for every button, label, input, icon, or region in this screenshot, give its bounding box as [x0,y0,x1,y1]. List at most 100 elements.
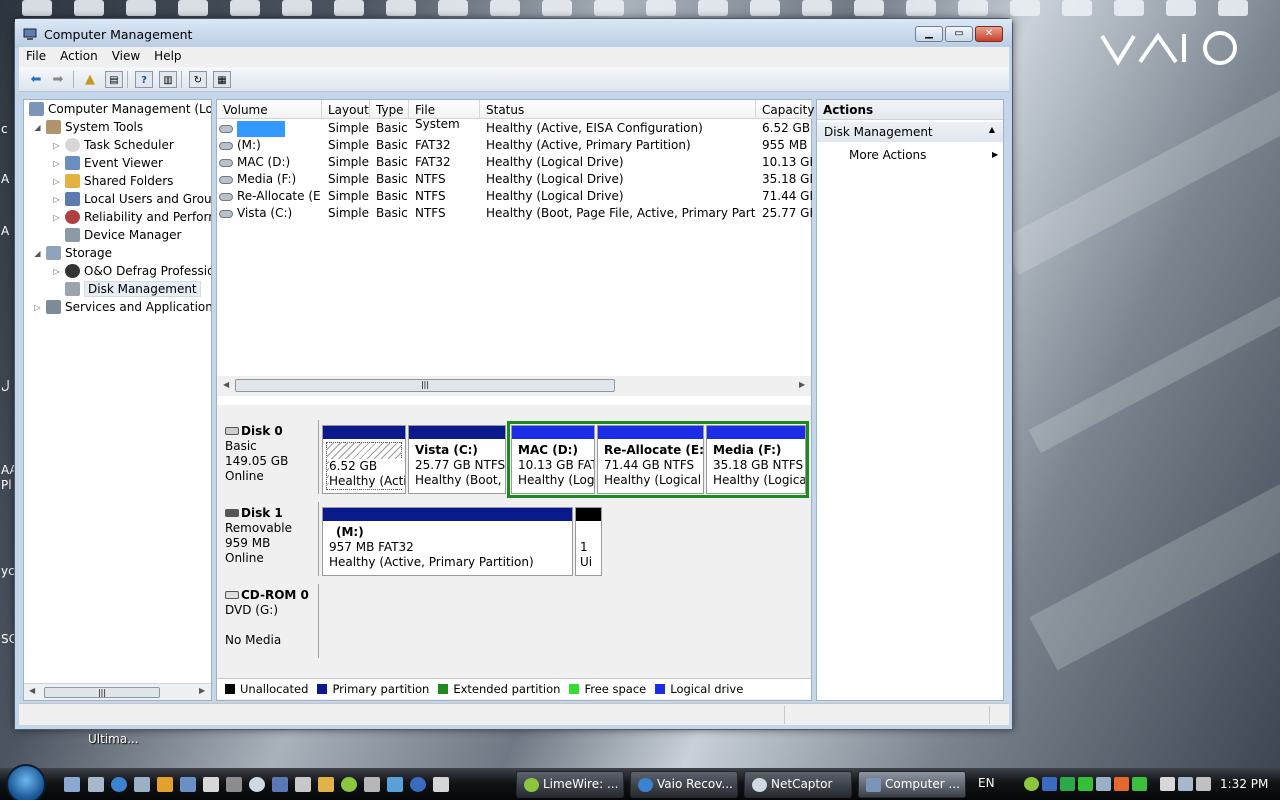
column-header-type[interactable]: Type [370,100,409,119]
volume-row[interactable]: Vista (C:) Simple Basic NTFS Healthy (Boot, … [217,205,812,222]
tray-icon[interactable] [1060,777,1075,791]
disk-1-label[interactable]: Disk 1 Removable 959 MB Online [219,502,319,576]
quick-launch-icon[interactable] [410,777,426,792]
expand-icon[interactable]: ▷ [51,267,62,276]
column-header-status[interactable]: Status [480,100,756,119]
scroll-left-icon[interactable]: ◀ [29,686,35,695]
switch-windows-icon[interactable] [88,777,104,792]
taskbar-button-netcaptor[interactable]: NetCaptor [744,771,852,798]
recycle-bin-icon[interactable] [134,777,150,792]
tree-item-reliability[interactable]: ▷Reliability and Performance [51,208,211,226]
start-button[interactable] [6,764,46,800]
scroll-thumb[interactable]: ||| [235,379,615,392]
tree-item-services[interactable]: ▷ Services and Applications [32,298,211,316]
scroll-right-icon[interactable]: ▶ [799,380,805,389]
tray-icon[interactable] [1042,777,1057,791]
cdrom-0-label[interactable]: CD-ROM 0 DVD (G:) No Media [219,584,319,658]
volume-row[interactable]: MAC (D:) Simple Basic FAT32 Healthy (Logical… [217,154,812,171]
desktop-icon-row[interactable] [0,0,1280,18]
taskbar-button-limewire[interactable]: LimeWire: ... [516,771,624,798]
tree-horizontal-scrollbar[interactable]: ◀ ||| ▶ [24,683,211,700]
actions-section-disk-management[interactable]: Disk Management ▲ [817,122,1003,142]
taskbar-button-vaio-recovery[interactable]: Vaio Recov... [630,771,738,798]
partition-unallocated-disk1[interactable]: 1 Ui [575,507,602,576]
internet-explorer-icon[interactable] [111,777,127,792]
quick-launch-icon[interactable] [180,777,196,792]
tray-icon[interactable] [1078,777,1093,791]
column-header-file-system[interactable]: File System [409,100,480,131]
show-hide-action-pane-icon[interactable]: ▥ [159,71,177,88]
quick-launch-icon[interactable] [433,777,449,792]
show-hide-tree-icon[interactable]: ▤ [105,71,123,88]
quick-launch-icon[interactable] [203,777,219,792]
back-arrow-icon[interactable]: ⬅ [27,71,45,88]
tree-item-device-manager[interactable]: Device Manager [51,226,181,244]
menu-view[interactable]: View [105,47,147,67]
expand-icon[interactable]: ▷ [51,213,62,222]
volume-row[interactable]: Simple Basic Healthy (Active, EISA Configu… [217,120,811,137]
tree-item-defrag[interactable]: ▷O&O Defrag Professional [51,262,211,280]
show-desktop-icon[interactable] [64,777,80,792]
network-icon[interactable] [1178,777,1193,791]
partition-mac-d[interactable]: MAC (D:)10.13 GB FAT32Healthy (Logical D… [511,425,595,494]
expand-icon[interactable]: ▷ [51,177,62,186]
collapse-icon[interactable]: ◢ [32,123,43,132]
quick-launch-icon[interactable] [272,777,288,792]
media-player-icon[interactable] [157,777,173,792]
tree-item-storage[interactable]: ◢ Storage [32,244,112,262]
tree-item-shared-folders[interactable]: ▷ Shared Folders [51,172,173,190]
tray-icon[interactable] [1114,777,1129,791]
collapse-icon[interactable]: ◢ [32,249,43,258]
volume-list-scrollbar[interactable]: ◀ ||| ▶ [217,376,811,396]
disk-0-label[interactable]: Disk 0 Basic 149.05 GB Online [219,420,319,494]
scroll-left-icon[interactable]: ◀ [223,380,229,389]
taskbar-button-computer-management[interactable]: Computer ... [858,771,966,798]
tray-icon[interactable] [1096,777,1111,791]
column-header-volume[interactable]: Volume [217,100,322,119]
safely-remove-hardware-icon[interactable] [1160,777,1175,791]
quick-launch-icon[interactable] [387,777,403,792]
quick-launch-icon[interactable] [341,777,357,792]
tree-item-event-viewer[interactable]: ▷ Event Viewer [51,154,163,172]
properties-icon[interactable]: ▦ [213,71,231,88]
column-header-layout[interactable]: Layout [322,100,370,119]
expand-icon[interactable]: ▷ [51,159,62,168]
collapse-up-icon[interactable]: ▲ [989,125,995,134]
help-icon[interactable]: ? [135,71,153,88]
tree-item-disk-management[interactable]: Disk Management [51,280,201,298]
partition-media-f[interactable]: Media (F:) 35.18 GB NTFS Healthy (Logical … [706,425,806,494]
maximize-button[interactable]: ▭ [945,26,973,42]
tray-icon[interactable] [1024,777,1039,791]
scroll-right-icon[interactable]: ▶ [199,686,205,695]
quick-launch-icon[interactable] [249,777,265,792]
tray-icon[interactable] [1132,777,1147,791]
system-clock[interactable]: 1:32 PM [1220,777,1268,791]
volume-row[interactable]: Re-Allocate (E:) Simple Basic NTFS Healthy (… [217,188,812,205]
scroll-thumb[interactable]: ||| [44,687,160,698]
expand-icon[interactable]: ▷ [51,141,62,150]
minimize-button[interactable]: ▁ [915,26,943,42]
close-button[interactable]: ✕ [975,26,1003,42]
forward-arrow-icon[interactable]: ➡ [49,71,67,88]
quick-launch-icon[interactable] [295,777,311,792]
partition-eisa[interactable]: 6.52 GBHealthy (Active, EISA Configurati… [322,425,406,494]
quick-launch-icon[interactable] [226,777,242,792]
tree-item-local-users[interactable]: ▷ Local Users and Groups [51,190,211,208]
language-indicator[interactable]: EN [978,776,995,790]
partition-m[interactable]: (M:) 957 MB FAT32 Healthy (Active, Primary… [322,507,573,576]
column-header-capacity[interactable]: Capacity [756,100,814,119]
quick-launch-icon[interactable] [318,777,334,792]
up-folder-icon[interactable]: ▲ [81,71,99,88]
desktop-icon-label[interactable]: Ultima... [88,732,139,746]
more-actions-link[interactable]: More Actions [849,148,926,162]
volume-row[interactable]: (M:) Simple Basic FAT32 Healthy (Active, Pri… [217,137,811,154]
expand-icon[interactable]: ▷ [32,303,43,312]
partition-vista-c[interactable]: Vista (C:)25.77 GB NTFSHealthy (Boot, Pa… [408,425,506,494]
refresh-icon[interactable]: ↻ [189,71,207,88]
tree-item-task-scheduler[interactable]: ▷ Task Scheduler [51,136,174,154]
tree-item-system-tools[interactable]: ◢ System Tools [32,118,143,136]
expand-icon[interactable]: ▷ [51,195,62,204]
menu-help[interactable]: Help [147,47,188,67]
menu-action[interactable]: Action [53,47,105,67]
volume-row[interactable]: Media (F:) Simple Basic NTFS Healthy (Logica… [217,171,812,188]
